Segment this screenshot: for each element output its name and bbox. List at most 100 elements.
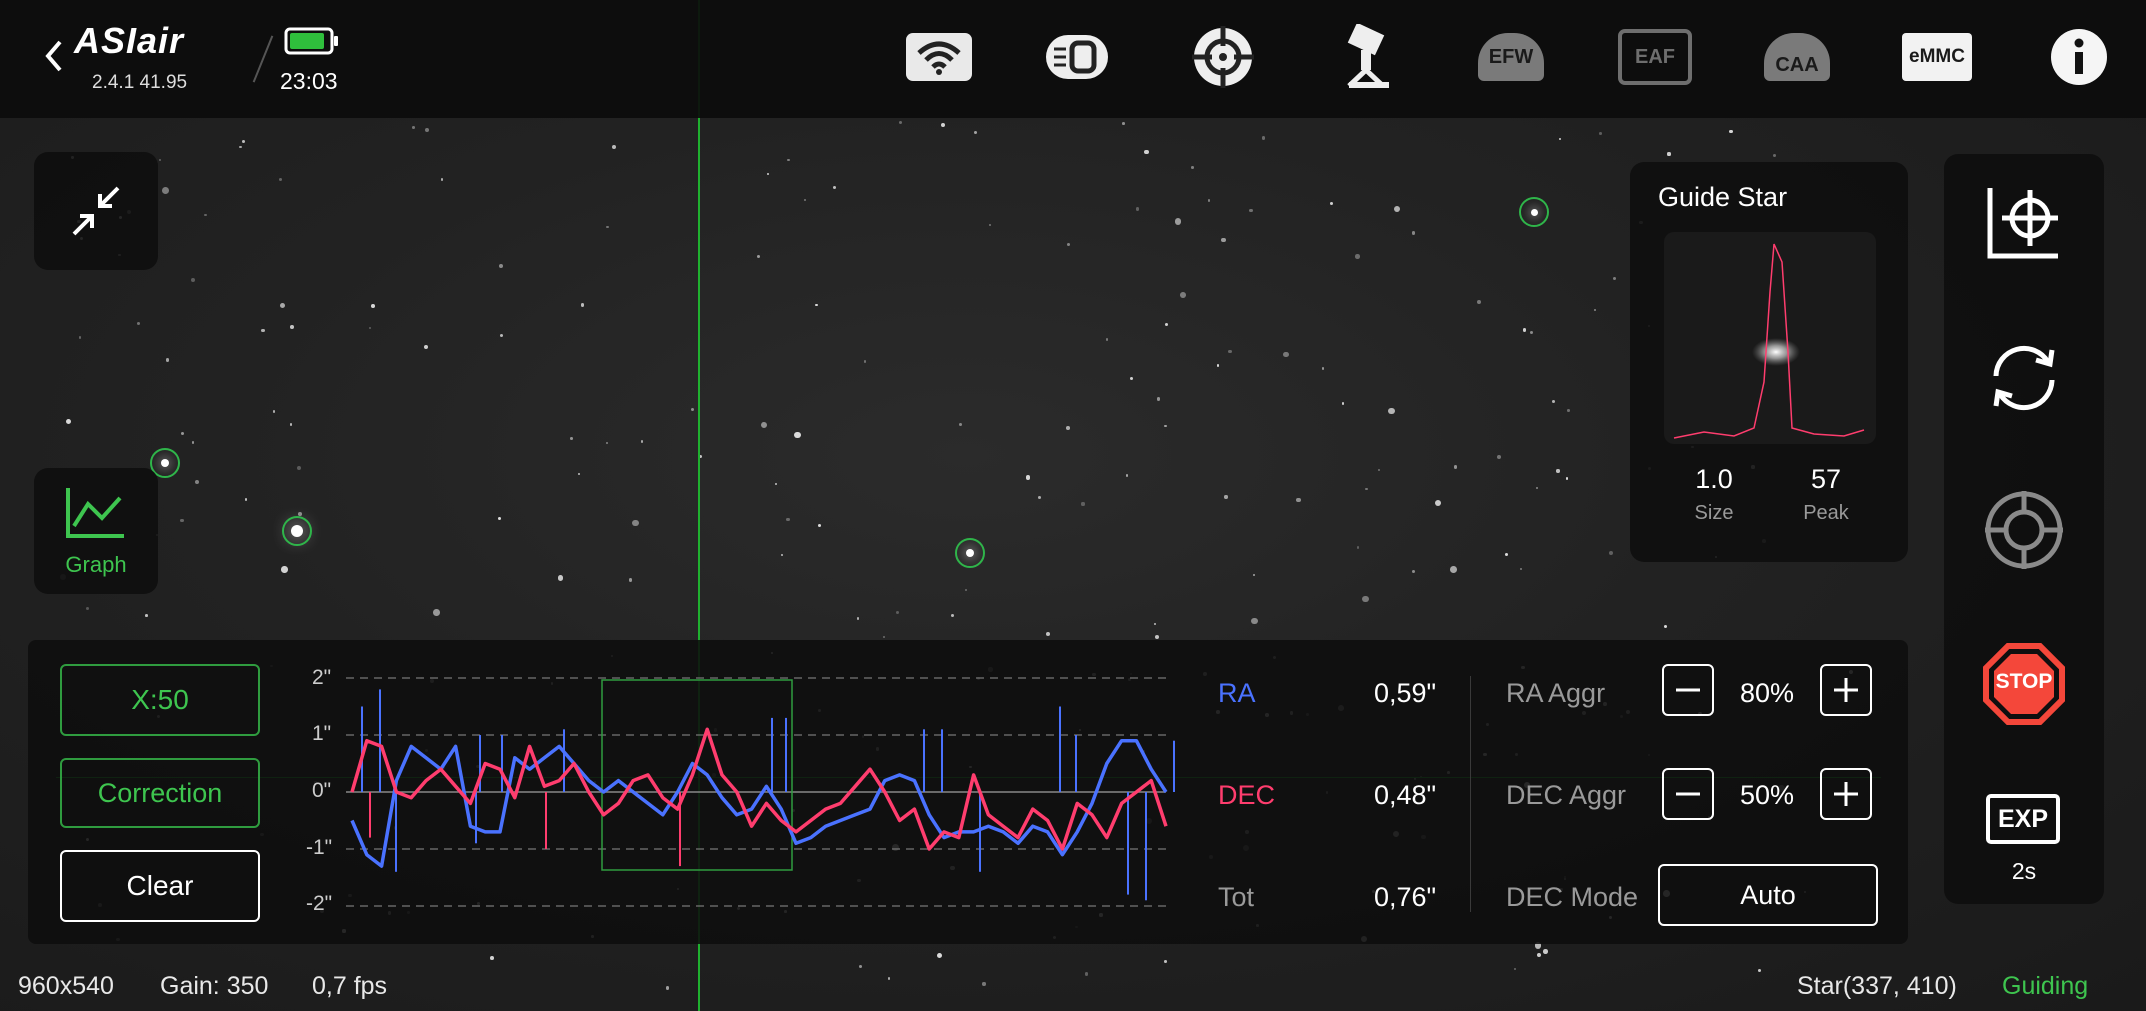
ra-aggr-plus-button[interactable]	[1820, 664, 1872, 716]
star	[950, 613, 954, 617]
star	[158, 158, 162, 162]
star	[1356, 545, 1360, 549]
star-profile	[1664, 232, 1876, 444]
minus-icon	[1676, 688, 1700, 692]
star	[1559, 137, 1562, 141]
star	[1378, 469, 1381, 472]
focuser-icon[interactable]: EAF	[1614, 26, 1696, 88]
x-scale-button[interactable]: X:50	[60, 664, 260, 736]
exposure-button[interactable]: EXP	[1986, 794, 2060, 844]
star	[412, 126, 415, 129]
star	[181, 431, 185, 436]
star	[1450, 566, 1457, 573]
wifi-icon[interactable]	[898, 26, 980, 88]
star	[570, 437, 574, 440]
star	[1593, 308, 1596, 311]
filter-wheel-icon[interactable]: EFW	[1470, 26, 1552, 88]
star	[86, 607, 90, 611]
star	[1122, 121, 1126, 125]
star	[260, 328, 265, 333]
graph-toggle[interactable]: Graph	[34, 468, 158, 594]
app-logo: ASIair	[74, 20, 185, 61]
guide-camera-icon[interactable]	[1182, 26, 1264, 88]
star	[577, 472, 580, 475]
star	[1551, 399, 1556, 403]
stop-button[interactable]: STOP	[1980, 640, 2068, 728]
star	[1355, 254, 1361, 260]
rotator-icon[interactable]: CAA	[1756, 26, 1838, 88]
star	[767, 172, 770, 175]
star	[368, 327, 371, 330]
target-icon[interactable]	[1980, 486, 2068, 574]
star	[371, 304, 376, 309]
star	[1758, 968, 1762, 972]
star	[665, 986, 670, 991]
guide-star-title: Guide Star	[1658, 182, 1788, 212]
storage-icon[interactable]: eMMC	[1896, 26, 1978, 88]
star	[863, 359, 867, 363]
star	[1362, 595, 1369, 603]
star	[1613, 276, 1617, 281]
star	[489, 955, 494, 960]
star	[1251, 617, 1258, 625]
star	[289, 423, 292, 426]
guide-star-panel: Guide Star 1.0 Size 57 Peak	[1630, 162, 1908, 562]
resolution: 960x540	[18, 972, 114, 1000]
star	[887, 977, 890, 980]
star	[499, 263, 504, 269]
star	[611, 144, 616, 149]
star	[1453, 465, 1458, 469]
star-marker[interactable]	[955, 538, 985, 568]
refresh-icon[interactable]	[1980, 334, 2068, 422]
star	[1387, 407, 1395, 415]
star	[1365, 487, 1368, 491]
star	[1165, 322, 1169, 326]
star	[497, 517, 502, 521]
dec-aggr-minus-button[interactable]	[1662, 768, 1714, 820]
calibration-icon[interactable]	[1980, 178, 2068, 266]
star	[580, 303, 585, 307]
star	[78, 336, 82, 339]
star	[161, 186, 169, 194]
star-marker[interactable]	[282, 516, 312, 546]
tot-label: Tot	[1218, 882, 1255, 912]
back-icon[interactable]	[40, 38, 70, 74]
star	[1261, 136, 1266, 140]
star	[298, 511, 303, 516]
zoom-window	[601, 679, 793, 871]
star	[1330, 202, 1334, 206]
star	[241, 140, 245, 144]
ra-value: 0,59"	[1374, 678, 1437, 708]
dec-aggr-plus-button[interactable]	[1820, 768, 1872, 820]
stop-label: STOP	[1995, 670, 2053, 693]
star	[959, 423, 963, 427]
star	[1530, 330, 1534, 334]
telescope-mount-icon[interactable]	[1328, 24, 1410, 88]
star	[640, 440, 644, 443]
star	[204, 214, 207, 217]
gain: Gain: 350	[160, 972, 269, 1000]
clear-button[interactable]: Clear	[60, 850, 260, 922]
star	[691, 407, 695, 411]
star-peak-value: 57	[1810, 464, 1842, 494]
plus-icon	[1834, 678, 1858, 702]
star	[882, 635, 886, 639]
star	[433, 609, 440, 616]
collapse-button[interactable]	[34, 152, 158, 270]
star	[289, 325, 294, 329]
correction-button[interactable]: Correction	[60, 758, 260, 828]
star	[1523, 328, 1527, 332]
ra-aggr-minus-button[interactable]	[1662, 664, 1714, 716]
star	[1496, 455, 1502, 460]
dec-aggr-value: 50%	[1740, 780, 1795, 810]
star	[500, 333, 504, 337]
star	[1207, 199, 1211, 202]
star	[297, 465, 302, 470]
star	[1224, 495, 1228, 499]
dec-mode-select[interactable]: Auto	[1658, 864, 1878, 926]
camera-icon[interactable]	[1038, 26, 1120, 88]
info-icon[interactable]	[2038, 26, 2120, 88]
star	[787, 158, 790, 162]
star	[940, 122, 945, 127]
star-marker[interactable]	[1519, 197, 1549, 227]
